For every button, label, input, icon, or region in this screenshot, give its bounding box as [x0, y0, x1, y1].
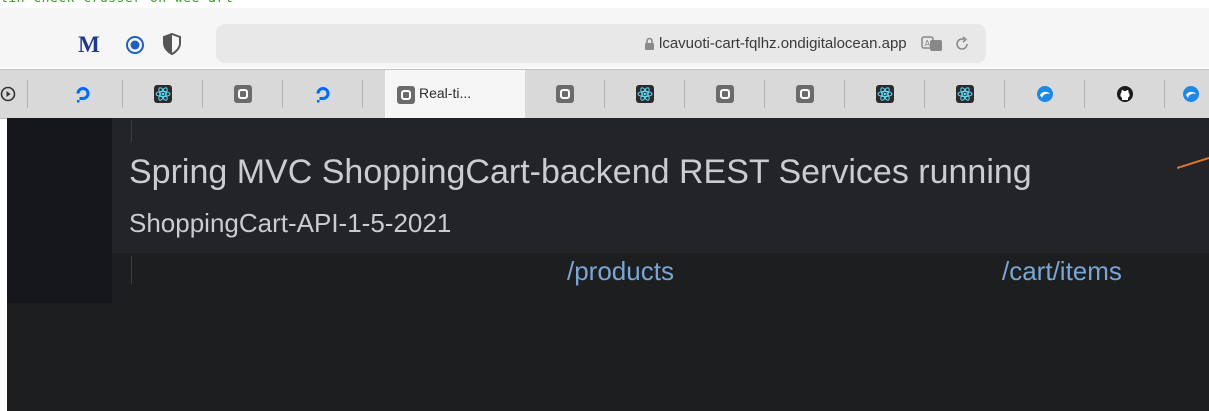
cart-items-link[interactable]: /cart/items: [1002, 256, 1122, 287]
products-link[interactable]: /products: [567, 256, 674, 287]
reload-icon[interactable]: [954, 36, 970, 52]
left-panel: [7, 118, 112, 303]
react-icon: [636, 85, 654, 103]
orange-slash-icon: [1177, 157, 1209, 169]
tab[interactable]: [685, 70, 765, 118]
lock-icon: [645, 37, 654, 50]
tab[interactable]: [0, 70, 28, 118]
shield-half-icon[interactable]: [162, 33, 182, 55]
tab-title: Real-ti...: [419, 85, 472, 101]
tab[interactable]: [845, 70, 925, 118]
divider: [131, 256, 132, 284]
divider: [131, 120, 132, 142]
url-text[interactable]: lcavuoti-cart-fqlhz.ondigitalocean.app: [659, 35, 907, 52]
page-subtitle: ShoppingCart-API-1-5-2021: [129, 208, 452, 238]
react-icon: [876, 85, 894, 103]
tab[interactable]: [1165, 70, 1209, 118]
github-icon: [1117, 86, 1133, 102]
top-caption-text: lin-check-crusser-on-wee-arl: [0, 0, 233, 7]
svg-text:A: A: [925, 39, 931, 48]
square-o-icon: [556, 85, 574, 103]
square-o-icon: [716, 85, 734, 103]
tab[interactable]: [925, 70, 1005, 118]
tab[interactable]: [1085, 70, 1165, 118]
blue-swirl-icon: [1183, 86, 1199, 102]
tab[interactable]: [765, 70, 845, 118]
page-content: Spring MVC ShoppingCart-backend REST Ser…: [7, 118, 1209, 411]
digitalocean-icon: [316, 87, 330, 103]
tab[interactable]: [525, 70, 605, 118]
tab[interactable]: [283, 70, 363, 118]
translate-icon[interactable]: A: [921, 35, 943, 53]
tab[interactable]: [1005, 70, 1085, 118]
page-title: Spring MVC ShoppingCart-backend REST Ser…: [129, 153, 1032, 191]
tab-active[interactable]: Real-ti...: [385, 70, 525, 119]
play-circle-icon: [0, 86, 16, 102]
digitalocean-icon: [76, 87, 90, 103]
blue-swirl-icon: [1037, 86, 1053, 102]
tab[interactable]: [123, 70, 203, 118]
react-icon: [956, 85, 974, 103]
tab[interactable]: [43, 70, 123, 118]
square-o-icon: [397, 85, 415, 104]
address-bar[interactable]: lcavuoti-cart-fqlhz.ondigitalocean.app A: [216, 24, 986, 63]
square-o-icon: [234, 85, 252, 103]
tab[interactable]: [605, 70, 685, 118]
tab[interactable]: [203, 70, 283, 118]
square-o-icon: [796, 85, 814, 103]
tab-bar: Real-ti...: [0, 69, 1209, 119]
react-icon: [154, 85, 172, 103]
target-circle-icon[interactable]: [125, 35, 145, 55]
medium-extension-icon[interactable]: M: [77, 33, 101, 57]
